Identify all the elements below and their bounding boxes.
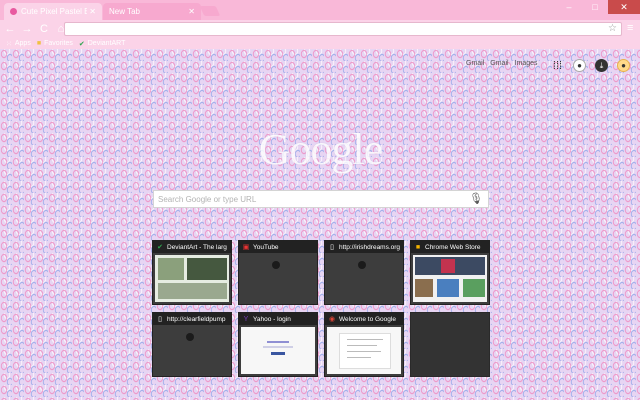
tile-title: YouTube — [253, 243, 279, 251]
close-tab-icon[interactable]: ✕ — [188, 7, 195, 16]
bookmark-apps[interactable]: ⁙ Apps — [6, 40, 31, 48]
folder-icon: ■ — [36, 40, 42, 47]
tab-title: New Tab — [109, 7, 140, 16]
top-link-gmail[interactable]: Gmail — [466, 60, 484, 67]
tab-title: Cute Pixel Pastel Easter — [21, 7, 88, 16]
most-visited-tiles: ✔ DeviantArt - The larg ▣ YouTube ▯ http… — [152, 240, 490, 377]
notifications-icon[interactable]: ● — [573, 59, 586, 72]
close-tab-icon[interactable]: ✕ — [89, 7, 96, 16]
chrome-icon: ◉ — [328, 316, 336, 323]
tile-title-bar: ✔ DeviantArt - The larg — [153, 241, 231, 253]
tile-title: Yahoo - login — [253, 315, 291, 323]
tab-cute-pixel-pastel[interactable]: Cute Pixel Pastel Easter ✕ — [4, 3, 102, 20]
tile-title-bar: ◉ Welcome to Google — [325, 313, 403, 325]
search-box[interactable]: Search Google or type URL 🎙 — [153, 190, 489, 208]
tile-empty[interactable] — [410, 312, 490, 377]
tile-preview — [413, 255, 487, 302]
tile-chrome-web-store[interactable]: ■ Chrome Web Store — [410, 240, 490, 305]
bookmark-favorites[interactable]: ■ Favorites — [37, 40, 73, 47]
tile-title: http://clearfieldpump — [167, 315, 226, 323]
tile-yahoo-login[interactable]: Y Yahoo - login — [238, 312, 318, 377]
bookmarks-bar: ⁙ Apps ■ Favorites ✔ DeviantART — [0, 38, 640, 49]
google-logo: Google — [258, 125, 384, 174]
tile-preview — [327, 327, 401, 374]
back-button[interactable]: ← — [3, 22, 17, 36]
top-icons: ⁞⁞⁞ ● ⤓ ● — [551, 59, 630, 72]
top-link-gmail-2[interactable]: Gmail — [490, 60, 508, 67]
tab-strip: Cute Pixel Pastel Easter ✕ New Tab ✕ – □… — [0, 0, 640, 20]
page-icon: ▯ — [330, 244, 334, 251]
tile-title: Chrome Web Store — [425, 243, 481, 251]
bookmark-label: Favorites — [44, 40, 73, 47]
tile-title-bar: Y Yahoo - login — [239, 313, 317, 325]
tile-irishdreams[interactable]: ▯ http://irishdreams.org — [324, 240, 404, 305]
tile-title-bar: ▣ YouTube — [239, 241, 317, 253]
tile-welcome-to-google[interactable]: ◉ Welcome to Google — [324, 312, 404, 377]
tab-new-tab[interactable]: New Tab ✕ — [103, 3, 201, 20]
theme-favicon-icon — [10, 8, 17, 15]
deviantart-icon: ✔ — [157, 244, 163, 251]
tile-deviantart[interactable]: ✔ DeviantArt - The larg — [152, 240, 232, 305]
microphone-icon[interactable]: 🎙 — [469, 192, 483, 205]
toolbar: ← → C ⌂ ☆ — [0, 20, 640, 38]
tile-title-bar: ▯ http://clearfieldpump — [153, 313, 231, 325]
tile-youtube[interactable]: ▣ YouTube — [238, 240, 318, 305]
bookmark-star-icon[interactable]: ☆ — [608, 23, 617, 35]
tile-title-bar: ■ Chrome Web Store — [411, 241, 489, 253]
tile-clearfieldpump[interactable]: ▯ http://clearfieldpump — [152, 312, 232, 377]
chrome-store-icon: ■ — [415, 243, 421, 251]
google-apps-icon[interactable]: ⁞⁞⁞ — [551, 59, 564, 72]
new-tab-button[interactable] — [199, 6, 221, 16]
loading-dot-icon — [186, 333, 194, 341]
forward-button[interactable]: → — [20, 22, 34, 36]
maximize-button[interactable]: □ — [582, 0, 608, 14]
search-placeholder: Search Google or type URL — [158, 194, 257, 204]
profile-icon[interactable]: ● — [617, 59, 630, 72]
apps-icon: ⁙ — [6, 40, 12, 48]
tile-title-bar: ▯ http://irishdreams.org — [325, 241, 403, 253]
tile-title: http://irishdreams.org — [339, 243, 401, 251]
youtube-icon: ▣ — [242, 244, 250, 251]
tile-preview — [155, 255, 229, 302]
loading-dot-icon — [272, 261, 280, 269]
bookmark-label: DeviantART — [87, 40, 126, 47]
minimize-button[interactable]: – — [556, 0, 582, 14]
chrome-menu-button[interactable]: ≡ — [627, 22, 633, 34]
reload-button[interactable]: C — [37, 22, 51, 36]
loading-dot-icon — [358, 261, 366, 269]
deviantart-icon: ✔ — [78, 40, 85, 48]
address-bar[interactable]: ☆ — [64, 22, 622, 36]
bookmark-deviantart[interactable]: ✔ DeviantART — [79, 40, 125, 48]
account-avatar[interactable]: ⤓ — [595, 59, 608, 72]
bookmark-label: Apps — [14, 40, 31, 47]
page-icon: ▯ — [158, 316, 162, 323]
yahoo-icon: Y — [243, 315, 249, 323]
tile-title: DeviantArt - The larg — [167, 243, 227, 251]
tile-title: Welcome to Google — [339, 315, 396, 323]
tile-preview — [241, 327, 315, 374]
top-link-images[interactable]: Images — [515, 60, 538, 67]
close-window-button[interactable]: ✕ — [608, 0, 640, 14]
top-links: Gmail Gmail Images — [466, 60, 538, 67]
